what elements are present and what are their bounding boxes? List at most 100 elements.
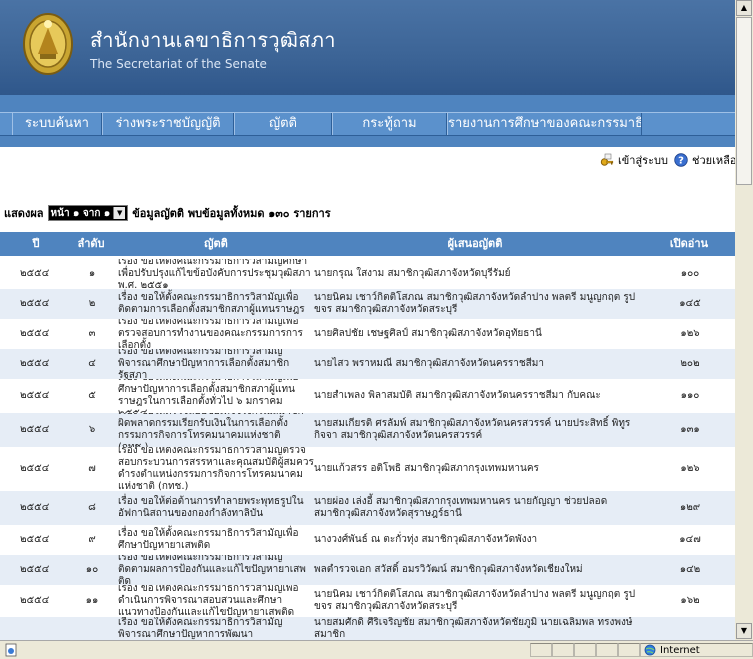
nav-item-interpellations[interactable]: กระทู้ถาม [332, 113, 447, 135]
table-row: ๒๕๕๔ ๘ เรื่อง ขอให้ต่อต้านการทำลายพระพุท… [0, 491, 735, 525]
cell-proposer: นายแก้วสรร อติโพธิ สมาชิกวุฒิสภากรุงเทพม… [314, 463, 539, 474]
status-cell [574, 643, 596, 657]
cell-proposer: นายกรุณ ใสงาม สมาชิกวุฒิสภาจังหวัดบุรีรั… [314, 268, 511, 279]
cell-reads: ๑๔๕ [679, 298, 701, 309]
login-label: เข้าสู่ระบบ [618, 154, 668, 167]
status-cell [530, 643, 552, 657]
table-row: ๒๕๕๔ ๒ เรื่อง ขอให้ตั้งคณะกรรมาธิการวิสา… [0, 289, 735, 319]
cell-no: ๖ [88, 424, 96, 435]
col-header-reads[interactable]: เปิดอ่าน [650, 232, 728, 256]
zone-label: Internet [660, 644, 700, 656]
cell-title-link[interactable]: เรื่อง ขอให้ตั้งคณะกรรมาธิการวิสามัญเพื่… [118, 585, 314, 617]
cell-no: ๕ [88, 390, 96, 401]
cell-title-link[interactable]: เรื่อง ขอให้ตั้งคณะกรรมาธิการวิสามัญพิจา… [118, 349, 314, 379]
cell-reads: ๑๓๑ [680, 424, 700, 435]
cell-proposer: นายสมศักดิ์ ศีริเจริญชัย สมาชิกวุฒิสภาจั… [314, 617, 633, 640]
table-row: ๒๕๕๔ ๑๐ เรื่อง ขอให้ตั้งคณะกรรมาธิการวิส… [0, 555, 735, 585]
table-row: ๒๕๕๔ ๗ เรื่อง ขอให้ตั้งคณะกรรมาธิการวิสา… [0, 447, 735, 491]
scrollbar-thumb[interactable] [736, 17, 752, 185]
cell-reads: ๑๖๒ [680, 595, 700, 606]
cell-title-link[interactable]: เรื่อง ขอให้ตั้งคณะกรรมาธิการวิสามัญพิจา… [118, 617, 314, 640]
cell-reads: ๑๑๐ [680, 390, 700, 401]
status-cell [618, 643, 640, 657]
cell-no: ๔ [88, 358, 96, 369]
scroll-down-button[interactable]: ▼ [736, 623, 752, 639]
help-icon: ? [674, 153, 688, 167]
cell-proposer: นายศิลปชัย เชษฐศิลป์ สมาชิกวุฒิสภาจังหวั… [314, 328, 542, 339]
table-row: ๒๕๕๔ ๕ เรื่อง ขอให้ตั้งคณะกรรมาธิการวิสา… [0, 379, 735, 413]
col-header-title[interactable]: ญัตติ [118, 232, 314, 256]
page-icon [5, 643, 17, 657]
senate-seal-logo [23, 13, 73, 75]
chevron-down-icon: ▼ [113, 207, 126, 219]
col-header-no[interactable]: ลำดับ [64, 232, 118, 256]
cell-no: ๒ [88, 298, 96, 309]
nav-bar: ระบบค้นหา ร่างพระราชบัญญัติ ญัตติ กระทู้… [0, 112, 735, 136]
cell-title-link[interactable]: เรื่อง ขอให้ตั้งคณะกรรมาธิการวิสามัญเพื่… [118, 319, 314, 349]
header-title-english: The Secretariat of the Senate [90, 57, 267, 71]
cell-year: ๒๕๕๔ [20, 358, 50, 369]
vertical-scrollbar[interactable]: ▲ ▼ [735, 0, 753, 640]
scroll-up-button[interactable]: ▲ [736, 0, 752, 16]
col-header-year[interactable]: ปี [14, 232, 58, 256]
cell-year: ๒๕๕๔ [20, 463, 50, 474]
nav-item-search-system[interactable]: ระบบค้นหา [12, 113, 102, 135]
cell-title-link[interactable]: เรื่อง ขอให้ตั้งคณะกรรมาธิการวิสามัญเพื่… [118, 379, 314, 413]
cell-no: ๑ [88, 268, 96, 279]
browser-status-bar: Internet [0, 640, 753, 659]
cell-year: ๒๕๕๔ [20, 424, 50, 435]
cell-reads: ๑๒๙ [679, 502, 701, 513]
globe-icon [644, 644, 656, 656]
cell-no: ๓ [88, 328, 96, 339]
table-row: ๒๕๕๔ ๑ เรื่อง ขอให้ตั้งคณะกรรมาธิการวิสา… [0, 259, 735, 289]
help-link[interactable]: ? ช่วยเหลือ [674, 150, 735, 170]
cell-title-link[interactable]: เรื่อง ขอให้ตั้งคณะกรรมาธิการวิสามัญศึกษ… [118, 259, 314, 289]
cell-no: ๗ [88, 463, 96, 474]
svg-text:?: ? [678, 156, 684, 167]
cell-year: ๒๕๕๔ [20, 502, 50, 513]
nav-item-committee-reports[interactable]: รายงานการศึกษาของคณะกรรมาธิการ [447, 113, 642, 135]
cell-reads: ๑๒๖ [680, 463, 700, 474]
cell-reads: ๑๐๐ [680, 268, 700, 279]
site-header: สำนักงานเลขาธิการวุฒิสภา The Secretariat… [0, 0, 735, 95]
cell-reads: ๑๔๒ [679, 564, 701, 575]
cell-title-link[interactable]: เรื่อง ขอให้ตั้งคณะกรรมาธิการวิสามัญตรวจ… [118, 447, 314, 491]
key-icon [600, 153, 614, 166]
cell-title-link[interactable]: เรื่อง ขอให้ตั้งคณะกรรมาธิการวิสามัญเพื่… [118, 525, 314, 555]
cell-year: ๒๕๕๔ [20, 595, 50, 606]
cell-title-link[interactable]: เรื่อง ขอให้ตั้งคณะกรรมาธิการวิสามัญเพื่… [118, 289, 314, 319]
table-row: ๒๕๕๔ ๖ เรื่อง ขอให้ตรวจสอบข้อเท็จจริงกรณ… [0, 413, 735, 447]
cell-title-link[interactable]: เรื่อง ขอให้ตั้งคณะกรรมาธิการวิสามัญติดต… [118, 555, 314, 585]
cell-title-link[interactable]: เรื่อง ขอให้ต่อต้านการทำลายพระพุทธรูปในอ… [118, 491, 314, 525]
cell-year: ๒๕๕๔ [20, 298, 50, 309]
col-header-proposer[interactable]: ผู้เสนอญัตติ [314, 232, 636, 256]
page-select[interactable]: หน้า ๑ จาก ๑ ▼ [47, 205, 129, 221]
table-row: เรื่อง ขอให้ตั้งคณะกรรมาธิการวิสามัญพิจา… [0, 617, 735, 640]
help-label: ช่วยเหลือ [692, 154, 735, 167]
show-label: แสดงผล [4, 207, 44, 220]
table-row: ๒๕๕๔ ๔ เรื่อง ขอให้ตั้งคณะกรรมาธิการวิสา… [0, 349, 735, 379]
cell-proposer: นายผ่อง เล่งอี้ สมาชิกวุฒิสภากรุงเทพมหาน… [314, 496, 608, 519]
header-title-thai: สำนักงานเลขาธิการวุฒิสภา [90, 28, 336, 52]
cell-no [78, 617, 106, 640]
cell-proposer: นายนิคม เชาว์กิตติโสภณ สมาชิกวุฒิสภาจังห… [314, 589, 636, 612]
cell-year: ๒๕๕๔ [20, 268, 50, 279]
cell-proposer: พลตำรวจเอก สวัสดิ์ อมรวิวัฒน์ สมาชิกวุฒิ… [314, 564, 583, 575]
main-nav: ระบบค้นหา ร่างพระราชบัญญัติ ญัตติ กระทู้… [0, 95, 735, 147]
cell-year: ๒๕๕๔ [20, 564, 50, 575]
table-row: ๒๕๕๔ ๓ เรื่อง ขอให้ตั้งคณะกรรมาธิการวิสา… [0, 319, 735, 349]
cell-proposer: นายนิคม เชาว์กิตติโสภณ สมาชิกวุฒิสภาจังห… [314, 292, 636, 315]
login-link[interactable]: เข้าสู่ระบบ [600, 150, 668, 170]
cell-title-link[interactable]: เรื่อง ขอให้ตรวจสอบข้อเท็จจริงกรณีสมาชิก… [118, 413, 314, 447]
cell-reads: ๒๐๒ [680, 358, 700, 369]
cell-proposer: นายไสว พราหมณี สมาชิกวุฒิสภาจังหวัดนครรา… [314, 358, 544, 369]
status-cell [552, 643, 574, 657]
page-select-value: หน้า ๑ จาก ๑ [50, 207, 111, 219]
cell-no: ๑๐ [85, 564, 99, 575]
cell-reads: ๑๔๗ [679, 534, 701, 545]
motions-table-header: ปี ลำดับ ญัตติ ผู้เสนอญัตติ เปิดอ่าน [0, 232, 735, 256]
cell-no: ๙ [88, 534, 96, 545]
nav-item-motions[interactable]: ญัตติ [234, 113, 332, 135]
nav-item-draft-acts[interactable]: ร่างพระราชบัญญัติ [102, 113, 234, 135]
cell-reads [660, 617, 720, 640]
